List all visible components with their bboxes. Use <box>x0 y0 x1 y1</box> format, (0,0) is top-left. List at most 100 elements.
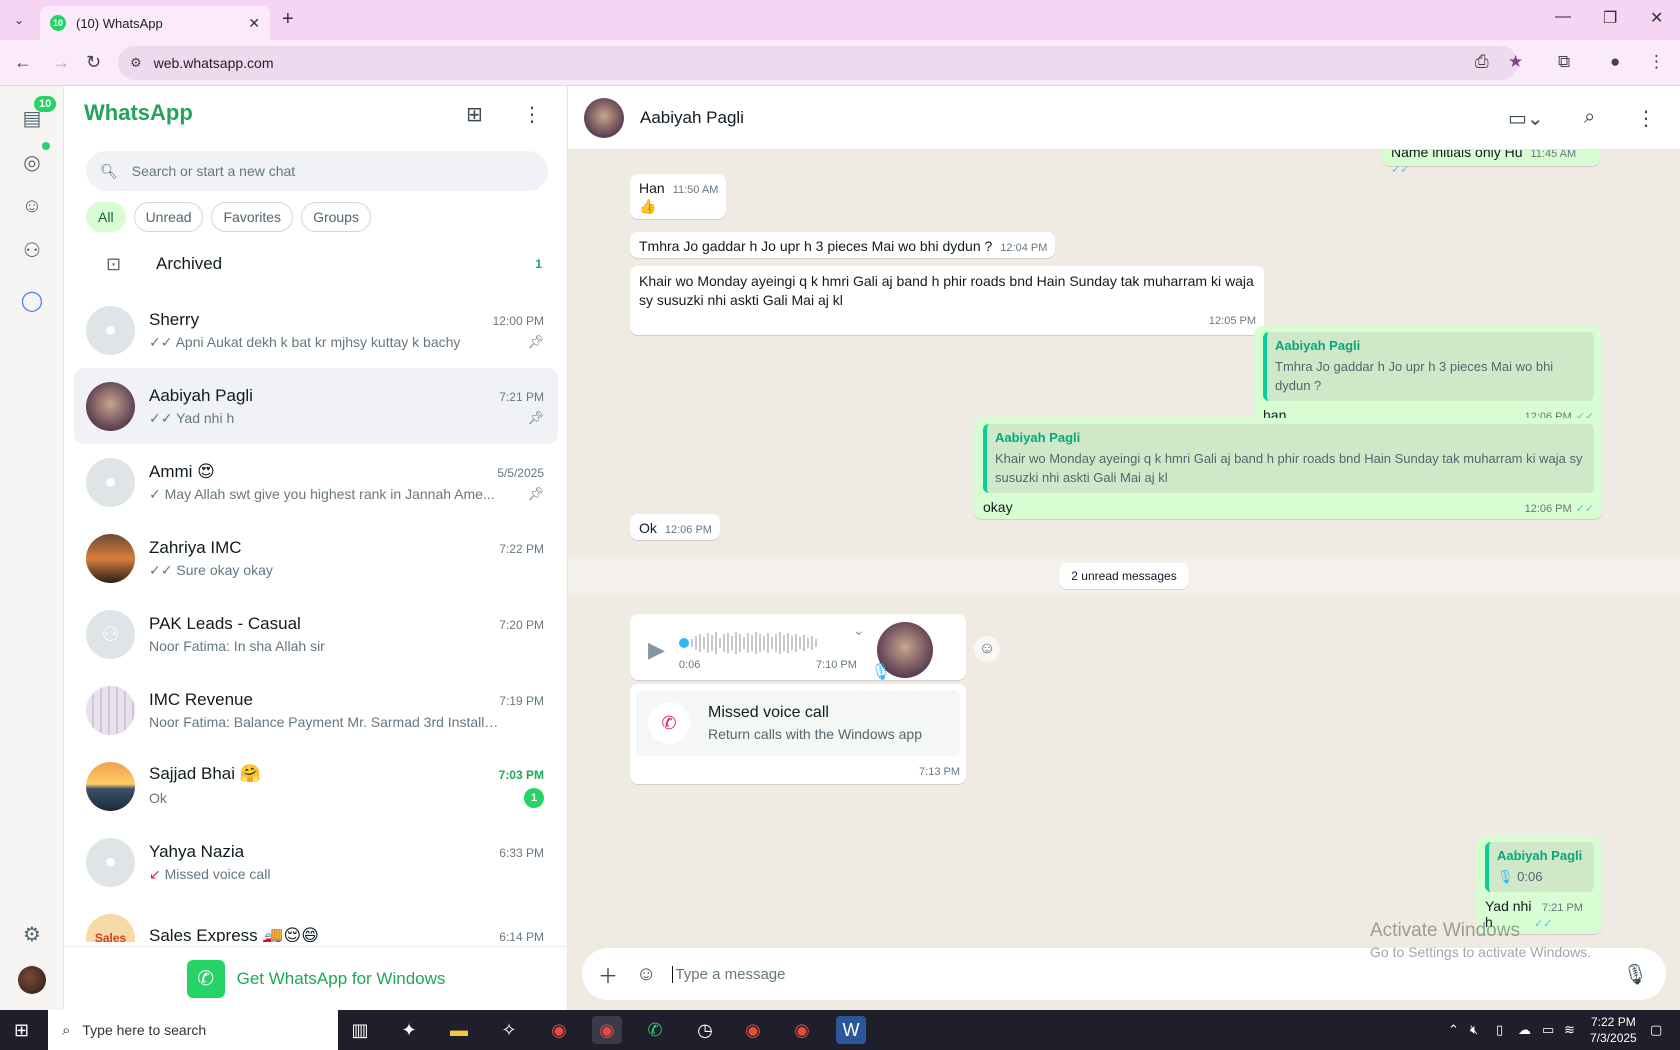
window-close-icon[interactable]: ✕ <box>1650 8 1663 28</box>
sticker-icon[interactable]: ☺ <box>636 963 656 986</box>
play-icon[interactable]: ▶ <box>648 637 665 663</box>
message-bubble-out[interactable]: Aabiyah Pagli Tmhra Jo gaddar h Jo upr h… <box>1254 326 1602 427</box>
restore-icon[interactable]: ❐ <box>1603 8 1617 28</box>
omnibox[interactable]: ⚙ web.whatsapp.com <box>118 46 1518 80</box>
profile-icon[interactable]: ● <box>1610 52 1620 72</box>
meta-ai-icon[interactable]: ◯ <box>18 286 46 314</box>
clock-app-icon[interactable]: ◷ <box>690 1016 720 1044</box>
filter-unread[interactable]: Unread <box>133 202 204 232</box>
word-icon[interactable]: W <box>836 1016 866 1044</box>
tray-app-icon[interactable]: ▯ <box>1496 1022 1503 1038</box>
chat-item[interactable]: Sales Sales Express 🚚😌😄 6:14 PM <box>74 900 558 942</box>
taskbar-search[interactable]: ⌕ Type here to search <box>48 1010 338 1050</box>
extensions-icon[interactable]: ⧉ <box>1558 52 1570 72</box>
react-emoji-icon[interactable]: ☺ <box>974 636 1000 662</box>
attach-plus-icon[interactable]: ＋ <box>598 960 618 989</box>
system-clock[interactable]: 7:22 PM 7/3/2025 <box>1590 1014 1637 1046</box>
missed-call-bubble[interactable]: ✆ Missed voice call Return calls with th… <box>630 684 966 784</box>
wifi-icon[interactable]: ≋ <box>1564 1022 1575 1038</box>
chrome-profile-icon[interactable]: ◉ <box>738 1016 768 1044</box>
filter-groups[interactable]: Groups <box>301 202 371 232</box>
channels-icon[interactable]: ☺ <box>18 192 46 220</box>
menu-icon[interactable]: ⋮ <box>522 102 542 127</box>
weather-icon[interactable]: ☁ <box>1518 1022 1531 1038</box>
reload-icon[interactable]: ↻ <box>86 52 101 73</box>
message-bubble-out[interactable]: Aabiyah Pagli Khair wo Monday ayeingi q … <box>974 418 1602 519</box>
chat-item[interactable]: Aabiyah Pagli 7:21 PM ✓✓ Yad nhi h 📌︎ <box>74 368 558 444</box>
file-explorer-icon[interactable]: ▬ <box>444 1016 474 1044</box>
microphone-icon[interactable]: 🎙︎ <box>1623 962 1648 987</box>
tab-search-icon[interactable]: ⌄ <box>8 10 30 30</box>
chrome-profile2-icon[interactable]: ◉ <box>787 1016 817 1044</box>
whatsapp-taskbar-icon[interactable]: ✆ <box>640 1016 670 1044</box>
chevron-down-icon[interactable]: ⌄ <box>853 622 865 639</box>
get-windows-app-banner[interactable]: ✆ Get WhatsApp for Windows <box>64 946 568 1010</box>
archived-row[interactable]: ⊡ Archived 1 <box>64 238 568 290</box>
site-info-icon[interactable]: ⚙ <box>130 55 142 71</box>
notifications-icon[interactable]: ▢ <box>1650 1022 1662 1038</box>
chat-item[interactable]: ● Sherry 12:00 PM ✓✓ Apni Aukat dekh k ba… <box>74 292 558 368</box>
task-view-icon[interactable]: ▥ <box>345 1016 375 1044</box>
taskbar-search-placeholder[interactable]: Type here to search <box>82 1022 206 1038</box>
chrome-icon[interactable]: ◉ <box>544 1016 574 1044</box>
browser-menu-icon[interactable]: ⋮ <box>1648 52 1665 72</box>
missed-call-card[interactable]: ✆ Missed voice call Return calls with th… <box>636 690 960 756</box>
missed-call-title: Missed voice call <box>708 704 829 721</box>
new-tab-icon[interactable]: + <box>282 8 294 31</box>
copilot-icon[interactable]: ✦ <box>394 1016 424 1044</box>
message-bubble-in[interactable]: Ok 12:06 PM <box>630 514 720 540</box>
chat-preview: Noor Fatima: In sha Allah sir <box>149 638 325 654</box>
browser-tab[interactable]: 10 (10) WhatsApp ✕ <box>40 6 270 40</box>
minimize-icon[interactable]: — <box>1555 8 1571 26</box>
chat-item[interactable]: IMC Revenue 7:19 PM Noor Fatima: Balance … <box>74 672 558 748</box>
chat-item[interactable]: Sajjad Bhai 🤗 7:03 PM Ok 1 <box>74 748 558 824</box>
volume-mute-icon[interactable]: 🔇︎ <box>1470 1022 1478 1038</box>
reaction[interactable]: 👍 <box>639 198 718 215</box>
voice-message-bubble[interactable]: ▶ 0:06 7:10 PM ⌄ 🎙︎ <box>630 614 966 681</box>
forward-icon[interactable]: → <box>52 52 70 73</box>
chrome-active-icon[interactable]: ◉ <box>592 1016 622 1044</box>
message-bubble-in[interactable]: Tmhra Jo gaddar h Jo upr h 3 pieces Mai … <box>630 232 1056 258</box>
menu-icon[interactable]: ⋮ <box>1636 106 1656 131</box>
voice-waveform[interactable] <box>678 629 857 657</box>
filter-favorites[interactable]: Favorites <box>211 202 294 232</box>
tray-chevron-icon[interactable]: ⌃ <box>1448 1022 1459 1038</box>
back-icon[interactable]: ← <box>14 52 32 73</box>
chat-item[interactable]: Zahriya IMC 7:22 PM ✓✓ Sure okay okay <box>74 520 558 596</box>
bookmark-star-icon[interactable]: ★ <box>1508 52 1523 72</box>
message-bubble-in[interactable]: Khair wo Monday ayeingi q k hmri Gali aj… <box>630 266 1264 335</box>
quoted-message[interactable]: Aabiyah Pagli 🎙︎ 0:06 <box>1485 842 1594 892</box>
message-bubble-in[interactable]: Han 11:50 AM 👍 <box>630 174 727 219</box>
contact-avatar[interactable] <box>584 97 624 138</box>
message-bubble-out[interactable]: Name initials only Hu 11:45 AM ✓✓ <box>1382 150 1600 176</box>
filter-all[interactable]: All <box>86 202 126 232</box>
chat-item[interactable]: ● Ammi 😍 5/5/2025 ✓ May Allah swt give yo… <box>74 444 558 520</box>
app-icon[interactable]: ✧ <box>494 1016 524 1044</box>
get-app-label: Get WhatsApp for Windows <box>236 968 446 988</box>
message-input[interactable]: Type a message <box>672 965 1622 983</box>
close-tab-icon[interactable]: ✕ <box>248 15 260 32</box>
chat-item[interactable]: ● Yahya Nazia 6:33 PM ↙ Missed voice call <box>74 824 558 900</box>
conversation-panel: Aabiyah Pagli ▭⌄ ⌕ ⋮ Name initials only … <box>568 86 1680 1010</box>
url-text[interactable]: web.whatsapp.com <box>154 55 274 71</box>
quote-author: Aabiyah Pagli <box>995 430 1081 445</box>
contact-name[interactable]: Aabiyah Pagli <box>640 108 744 128</box>
status-icon[interactable]: ◎ <box>18 148 46 176</box>
profile-avatar[interactable] <box>18 966 46 994</box>
video-call-icon[interactable]: ▭⌄ <box>1508 106 1544 131</box>
search-input[interactable]: 🔍︎ Search or start a new chat <box>86 151 548 191</box>
quoted-message[interactable]: Aabiyah Pagli Khair wo Monday ayeingi q … <box>983 424 1594 493</box>
install-app-icon[interactable]: ⎙ <box>1475 52 1489 72</box>
chat-item[interactable]: ⚇ PAK Leads - Casual 7:20 PM Noor Fatima:… <box>74 596 558 672</box>
new-chat-icon[interactable]: ⊞ <box>466 102 483 127</box>
network-icon[interactable]: ▭ <box>1542 1022 1554 1038</box>
search-icon[interactable]: ⌕ <box>1584 106 1595 129</box>
windows-start-icon[interactable]: ⊞ <box>14 1020 29 1041</box>
missed-call-icon: ✆ <box>648 702 690 744</box>
settings-gear-icon[interactable]: ⚙ <box>18 920 46 948</box>
quoted-message[interactable]: Aabiyah Pagli Tmhra Jo gaddar h Jo upr h… <box>1263 332 1594 401</box>
communities-icon[interactable]: ⚇ <box>18 236 46 264</box>
message-time: 12:04 PM <box>1000 242 1048 254</box>
chat-time: 6:33 PM <box>499 845 544 860</box>
search-placeholder[interactable]: Search or start a new chat <box>132 163 295 179</box>
